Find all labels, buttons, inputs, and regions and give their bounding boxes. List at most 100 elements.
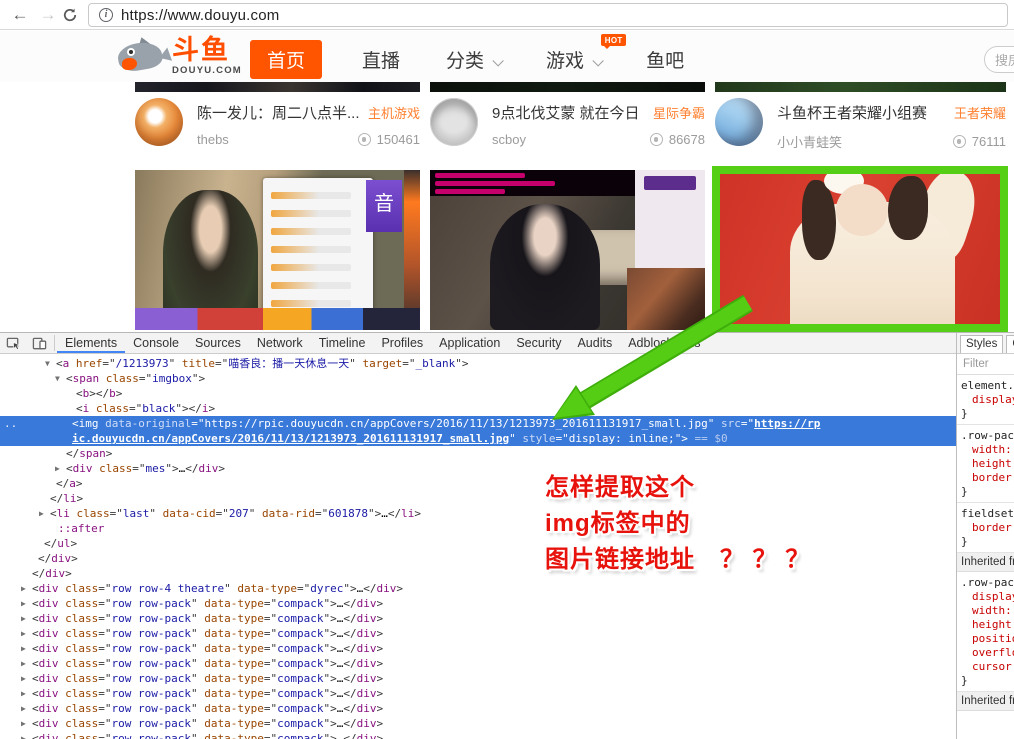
twisty-collapsed-icon[interactable]: ▶: [21, 611, 32, 626]
css-rule[interactable]: .row-pack {display:width:height:position…: [957, 572, 1014, 692]
css-selector: fieldset {: [961, 507, 1014, 521]
nav-item-游戏[interactable]: 游戏HOT: [546, 46, 600, 73]
stream-list-item[interactable]: 9点北伐艾蒙 就在今日星际争霸scboy86678: [430, 96, 705, 158]
twisty-collapsed-icon[interactable]: ▶: [21, 701, 32, 716]
twisty-collapsed-icon[interactable]: ▶: [21, 626, 32, 641]
dom-tree-node[interactable]: ::after: [0, 521, 956, 536]
stream-category[interactable]: 主机游戏: [368, 103, 420, 122]
twisty-collapsed-icon[interactable]: ▶: [21, 731, 32, 739]
dom-tree-node[interactable]: ▶<div class="row row-pack" data-type="co…: [0, 596, 956, 611]
styles-tab-styles[interactable]: Styles: [960, 335, 1003, 353]
dom-tree-node[interactable]: </span>: [0, 446, 956, 461]
thumbnail-strip[interactable]: [135, 82, 420, 92]
twisty-collapsed-icon[interactable]: ▶: [21, 581, 32, 596]
dom-tree-node[interactable]: ▶<div class="row row-pack" data-type="co…: [0, 716, 956, 731]
device-toolbar-icon[interactable]: [26, 333, 52, 353]
dom-tree-node[interactable]: ▶<div class="row row-pack" data-type="co…: [0, 686, 956, 701]
devtools-tab-audits[interactable]: Audits: [569, 333, 620, 353]
styles-filter-input[interactable]: Filter: [957, 354, 1014, 375]
overflow-dots[interactable]: ..: [4, 416, 17, 431]
dom-tree-node[interactable]: ▶<div class="mes">…</div>: [0, 461, 956, 476]
reload-button[interactable]: [62, 7, 78, 23]
page-info-icon[interactable]: i: [99, 8, 113, 22]
devtools-tab-profiles[interactable]: Profiles: [373, 333, 431, 353]
dom-tree-node[interactable]: ▼<span class="imgbox">: [0, 371, 956, 386]
stream-category[interactable]: 王者荣耀: [954, 103, 1006, 122]
twisty-expanded-icon[interactable]: ▼: [55, 371, 66, 386]
streamer-avatar[interactable]: [715, 98, 763, 146]
url-bar[interactable]: i https://www.douyu.com: [88, 3, 1008, 27]
css-rule[interactable]: element.style {display:}: [957, 375, 1014, 425]
stream-title[interactable]: 陈一发儿：周二八点半...: [197, 102, 360, 123]
dom-tree-node[interactable]: ▶<div class="row row-pack" data-type="co…: [0, 641, 956, 656]
dom-tree-node[interactable]: ▶<div class="row row-pack" data-type="co…: [0, 701, 956, 716]
css-rule[interactable]: .row-pack {width:height:border:}: [957, 425, 1014, 503]
stream-title[interactable]: 斗鱼杯王者荣耀小组赛: [777, 102, 946, 123]
annotation-line: img标签中的: [545, 506, 810, 542]
stream-list-item[interactable]: 陈一发儿：周二八点半...主机游戏thebs150461: [135, 96, 420, 158]
devtools-tab-network[interactable]: Network: [249, 333, 311, 353]
dom-tree-node[interactable]: <i class="black"></i>: [0, 401, 956, 416]
dom-tree-node[interactable]: </a>: [0, 476, 956, 491]
screen: ← → i https://www.douyu.com 斗鱼 DOUYU.COM: [0, 0, 1014, 739]
devtools-tab-security[interactable]: Security: [508, 333, 569, 353]
search-input[interactable]: 搜房: [984, 46, 1014, 73]
nav-item-鱼吧[interactable]: 鱼吧: [646, 46, 684, 73]
twisty-collapsed-icon[interactable]: ▶: [21, 596, 32, 611]
back-button[interactable]: ←: [8, 3, 32, 27]
stream-title[interactable]: 9点北伐艾蒙 就在今日: [492, 102, 645, 123]
twisty-collapsed-icon[interactable]: ▶: [21, 656, 32, 671]
devtools-tab-console[interactable]: Console: [125, 333, 187, 353]
forward-button[interactable]: →: [36, 3, 60, 27]
devtools-tab-timeline[interactable]: Timeline: [311, 333, 374, 353]
viewers-icon: [953, 135, 966, 148]
css-selector: .row-pack {: [961, 429, 1014, 443]
dom-tree-node[interactable]: ▶<li class="last" data-cid="207" data-ri…: [0, 506, 956, 521]
nav-item-分类[interactable]: 分类: [446, 46, 500, 73]
dom-tree-node[interactable]: </li>: [0, 491, 956, 506]
devtools-tab-adblock-plus[interactable]: Adblock Plus: [620, 333, 708, 353]
twisty-collapsed-icon[interactable]: ▶: [55, 461, 66, 476]
dom-tree-node[interactable]: </ul>: [0, 536, 956, 551]
stream-category[interactable]: 星际争霸: [653, 103, 705, 122]
dom-tree-node[interactable]: </div>: [0, 566, 956, 581]
twisty-collapsed-icon[interactable]: ▶: [39, 506, 50, 521]
dom-tree-node[interactable]: ▶<div class="row row-pack" data-type="co…: [0, 671, 956, 686]
devtools-tab-sources[interactable]: Sources: [187, 333, 249, 353]
css-property: cursor:: [961, 660, 1014, 674]
devtools-tab-elements[interactable]: Elements: [57, 333, 125, 353]
twisty-expanded-icon[interactable]: ▼: [45, 356, 56, 371]
dom-tree-node[interactable]: ▶<div class="row row-pack" data-type="co…: [0, 626, 956, 641]
thumbnail-strip[interactable]: [430, 82, 705, 92]
twisty-collapsed-icon[interactable]: ▶: [21, 686, 32, 701]
streamer-avatar[interactable]: [135, 98, 183, 146]
stream-thumbnail-highlighted[interactable]: [712, 166, 1008, 332]
twisty-collapsed-icon[interactable]: ▶: [21, 641, 32, 656]
stream-thumbnail-2[interactable]: [430, 170, 705, 330]
styles-tab-computed[interactable]: Computed: [1006, 335, 1014, 353]
nav-item-直播[interactable]: 直播: [362, 46, 400, 73]
url-text[interactable]: https://www.douyu.com: [121, 7, 279, 24]
stream-list-item[interactable]: 斗鱼杯王者荣耀小组赛王者荣耀小小青蛙笑76111: [715, 96, 1006, 158]
dom-tree-node[interactable]: ▼<a href="/1213973" title="喵香良：播一天休息一天" …: [0, 356, 956, 371]
inspect-element-icon[interactable]: [0, 333, 26, 353]
devtools-tab-application[interactable]: Application: [431, 333, 508, 353]
douyu-logo[interactable]: 斗鱼 DOUYU.COM: [116, 35, 242, 77]
dom-tree-node[interactable]: ▶<div class="row row-pack" data-type="co…: [0, 731, 956, 739]
streamer-name: thebs: [197, 132, 358, 147]
twisty-collapsed-icon[interactable]: ▶: [21, 671, 32, 686]
thumbnail-strip[interactable]: [715, 82, 1006, 92]
dom-tree-node[interactable]: </div>: [0, 551, 956, 566]
stream-thumbnail-1[interactable]: 音: [135, 170, 420, 330]
dom-tree-node[interactable]: ▶<div class="row row-4 theatre" data-typ…: [0, 581, 956, 596]
twisty-collapsed-icon[interactable]: ▶: [21, 716, 32, 731]
selected-img-node[interactable]: ..<img data-original="https://rpic.douyu…: [0, 416, 956, 446]
devtools-tabs: ElementsConsoleSourcesNetworkTimelinePro…: [57, 333, 708, 353]
dom-tree-node[interactable]: ▶<div class="row row-pack" data-type="co…: [0, 611, 956, 626]
nav-item-首页[interactable]: 首页: [250, 40, 322, 79]
streamer-avatar[interactable]: [430, 98, 478, 146]
dom-tree-node[interactable]: <b></b>: [0, 386, 956, 401]
dom-tree-node[interactable]: ▶<div class="row row-pack" data-type="co…: [0, 656, 956, 671]
css-rule[interactable]: fieldset {border:}: [957, 503, 1014, 553]
fish-logo-icon: [116, 35, 168, 77]
